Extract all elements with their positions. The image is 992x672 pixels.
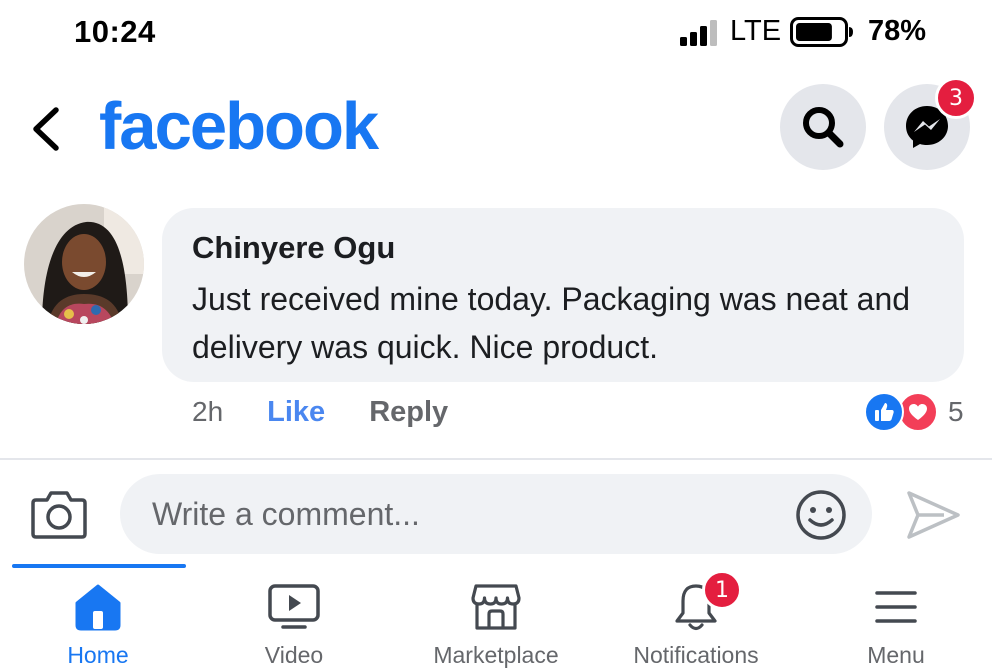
- nav-video[interactable]: Video: [244, 580, 344, 670]
- like-reaction-icon: [864, 392, 904, 432]
- camera-icon[interactable]: [30, 488, 88, 540]
- nav-notifications-label: Notifications: [633, 642, 759, 668]
- commenter-avatar[interactable]: [24, 204, 144, 324]
- battery-percent: 78%: [868, 15, 927, 47]
- comment-actions: 2h Like Reply: [192, 394, 448, 430]
- reply-button[interactable]: Reply: [369, 396, 448, 429]
- reactions-summary[interactable]: 5: [864, 392, 964, 432]
- search-button[interactable]: [780, 84, 866, 170]
- network-type: LTE: [730, 15, 782, 47]
- nav-marketplace[interactable]: Marketplace: [420, 580, 572, 670]
- facebook-logo[interactable]: facebook: [99, 88, 379, 165]
- comment-input-container: [120, 474, 872, 554]
- status-bar: 10:24 LTE 78%: [0, 0, 992, 66]
- comment-bubble: Chinyere Ogu Just received mine today. P…: [162, 208, 964, 382]
- back-arrow-icon[interactable]: [26, 104, 70, 154]
- nav-notifications[interactable]: Notifications: [618, 580, 774, 670]
- nav-home[interactable]: Home: [48, 580, 148, 670]
- active-tab-indicator: [12, 564, 186, 568]
- app-header: facebook: [0, 80, 992, 180]
- composer-divider: [0, 458, 992, 460]
- reaction-count: 5: [948, 396, 964, 427]
- nav-menu-label: Menu: [867, 642, 925, 668]
- search-icon: [803, 107, 844, 148]
- messenger-unread-badge: 3: [935, 77, 977, 119]
- love-reaction-icon: [898, 392, 938, 432]
- video-icon: [268, 584, 320, 629]
- comment-author-name[interactable]: Chinyere Ogu: [192, 230, 934, 266]
- like-button[interactable]: Like: [267, 396, 325, 429]
- nav-menu[interactable]: Menu: [846, 580, 946, 670]
- nav-marketplace-label: Marketplace: [433, 642, 559, 668]
- comment-input[interactable]: [152, 474, 772, 554]
- send-icon[interactable]: [904, 488, 962, 542]
- battery-icon: [790, 17, 853, 47]
- emoji-icon[interactable]: [794, 488, 848, 542]
- bottom-navigation: Home Video Marketplace Notifications Men…: [0, 562, 992, 672]
- comment-timestamp: 2h: [192, 396, 224, 427]
- status-time: 10:24: [74, 14, 156, 49]
- nav-video-label: Video: [264, 642, 324, 668]
- menu-icon: [875, 591, 917, 623]
- marketplace-icon: [471, 584, 521, 630]
- cellular-signal-icon: [680, 20, 717, 46]
- nav-home-label: Home: [67, 642, 129, 668]
- notifications-badge: 1: [702, 570, 742, 610]
- comment-text: Just received mine today. Packaging was …: [192, 281, 911, 365]
- home-icon: [75, 584, 121, 631]
